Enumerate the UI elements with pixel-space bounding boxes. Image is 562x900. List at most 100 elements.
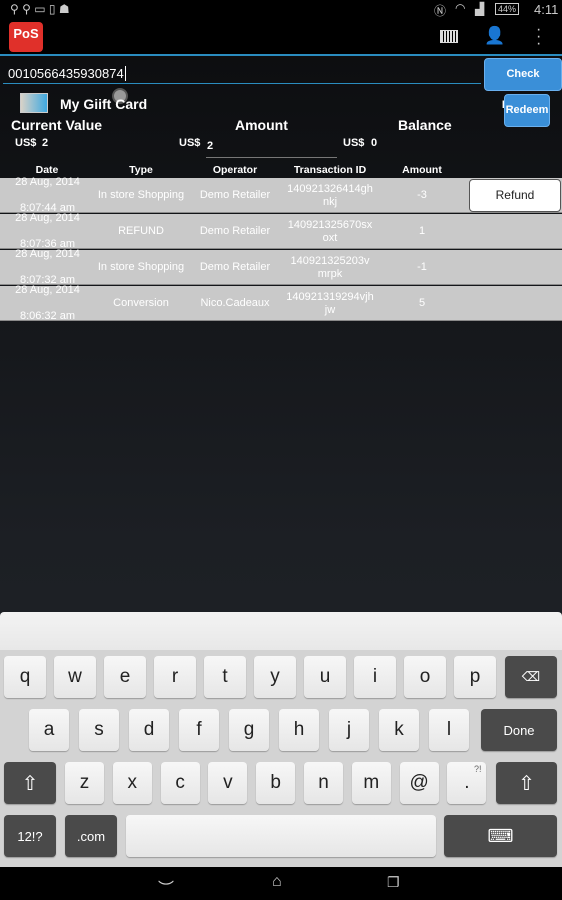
key-o[interactable]: o xyxy=(404,656,446,698)
operator-cell: Demo Retailer xyxy=(199,261,271,273)
amount-input[interactable]: 2 xyxy=(206,140,337,158)
key-s[interactable]: s xyxy=(79,709,119,751)
amount-label: Amount xyxy=(235,117,288,133)
date-cell: 28 Aug, 2014 8:06:32 am xyxy=(0,284,95,322)
status-bar: ⚲ ⚲ ▭ ▯ ☗ Ⓝ ◠ ▟ 44% 4:11 xyxy=(0,0,562,18)
key-h[interactable]: h xyxy=(279,709,319,751)
key-l[interactable]: l xyxy=(429,709,469,751)
key-f[interactable]: f xyxy=(179,709,219,751)
backspace-key[interactable]: ⌫ xyxy=(505,656,557,698)
overflow-menu-icon[interactable]: · · · xyxy=(536,22,541,52)
date-cell: 28 Aug, 2014 8:07:36 am xyxy=(0,212,95,250)
key-n[interactable]: n xyxy=(304,762,343,804)
key-r[interactable]: r xyxy=(154,656,196,698)
key-at[interactable]: @ xyxy=(399,762,439,804)
key-q[interactable]: q xyxy=(4,656,46,698)
check-balance-button[interactable]: Check Balance xyxy=(484,58,562,111)
wifi-icon: ◠ xyxy=(455,1,466,15)
type-cell: In store Shopping xyxy=(97,189,185,201)
amount-cell: 1 xyxy=(418,225,426,237)
dotcom-key[interactable]: .com xyxy=(65,815,117,857)
key-u[interactable]: u xyxy=(304,656,346,698)
operator-cell: Nico.Cadeaux xyxy=(200,297,270,309)
navigation-bar: ︶ ⌂ ❐ xyxy=(0,867,562,900)
key-a[interactable]: a xyxy=(29,709,69,751)
date-cell: 28 Aug, 2014 8:07:44 am xyxy=(0,176,95,214)
recent-apps-icon[interactable]: ❐ xyxy=(387,874,400,891)
key-k[interactable]: k xyxy=(379,709,419,751)
notification-icons: ⚲ ⚲ ▭ ▯ ☗ xyxy=(10,2,70,16)
key-i[interactable]: i xyxy=(354,656,396,698)
type-cell: Conversion xyxy=(113,297,169,309)
operator-cell: Demo Retailer xyxy=(199,225,271,237)
app-logo[interactable]: PoS xyxy=(9,22,43,52)
key-w[interactable]: w xyxy=(54,656,96,698)
header-transaction-id: Transaction ID xyxy=(293,164,367,176)
table-row[interactable]: 28 Aug, 2014 8:06:32 am Conversion Nico.Cad… xyxy=(0,284,562,322)
key-e[interactable]: e xyxy=(104,656,146,698)
key-z[interactable]: z xyxy=(65,762,104,804)
balance-value: 0 xyxy=(371,137,378,149)
key-v[interactable]: v xyxy=(208,762,248,804)
current-currency: US$ xyxy=(15,137,37,149)
amount-cell: -1 xyxy=(417,261,427,273)
transaction-id-cell: 140921326414ghnkj xyxy=(287,182,373,208)
current-value-label: Current Value xyxy=(11,117,103,133)
key-j[interactable]: j xyxy=(329,709,369,751)
action-bar: PoS 👤 · · · xyxy=(0,18,562,56)
key-p[interactable]: p xyxy=(454,656,496,698)
current-value: 2 xyxy=(42,137,49,149)
card-number-value: 0010566435930874 xyxy=(8,66,124,81)
transaction-id-cell: 140921325670sxoxt xyxy=(287,218,373,244)
type-cell: REFUND xyxy=(118,225,164,237)
gift-card-icon xyxy=(20,93,48,113)
card-name: My Giift Card xyxy=(60,96,148,112)
header-type: Type xyxy=(129,164,153,176)
time-text: 8:06:32 am xyxy=(19,310,76,322)
date-text: 28 Aug, 2014 xyxy=(15,176,80,188)
date-text: 28 Aug, 2014 xyxy=(15,248,80,260)
key-y[interactable]: y xyxy=(254,656,296,698)
date-cell: 28 Aug, 2014 8:07:32 am xyxy=(0,248,95,286)
barcode-icon[interactable] xyxy=(440,30,458,43)
amount-currency: US$ xyxy=(179,137,201,149)
table-row[interactable]: 28 Aug, 2014 8:07:32 am In store Shopping D… xyxy=(0,248,562,286)
key-t[interactable]: t xyxy=(204,656,246,698)
balance-currency: US$ xyxy=(343,137,365,149)
back-icon[interactable]: ︶ xyxy=(158,875,174,899)
card-number-input[interactable]: 0010566435930874 xyxy=(3,62,481,84)
keyboard-settings-key[interactable]: ⌨ xyxy=(444,815,557,857)
header-amount: Amount xyxy=(402,164,442,176)
operator-cell: Demo Retailer xyxy=(199,189,271,201)
clock: 4:11 xyxy=(534,2,559,17)
key-c[interactable]: c xyxy=(160,762,200,804)
date-text: 28 Aug, 2014 xyxy=(15,212,80,224)
add-user-icon[interactable]: 👤 xyxy=(484,26,505,46)
table-row[interactable]: 28 Aug, 2014 8:07:36 am REFUND Demo Retaile… xyxy=(0,212,562,250)
header-operator: Operator xyxy=(212,164,258,176)
home-icon[interactable]: ⌂ xyxy=(272,873,282,891)
amount-cell: 5 xyxy=(418,297,426,309)
period-hint: ?! xyxy=(474,764,482,774)
signal-icon: ▟ xyxy=(475,2,485,16)
key-m[interactable]: m xyxy=(351,762,391,804)
redeem-button[interactable]: Redeem xyxy=(504,94,550,127)
battery-indicator: 44% xyxy=(495,3,520,15)
key-b[interactable]: b xyxy=(256,762,296,804)
done-key[interactable]: Done xyxy=(481,709,557,751)
transaction-id-cell: 140921325203vmrpk xyxy=(290,254,370,280)
suggestion-bar xyxy=(0,612,562,650)
key-d[interactable]: d xyxy=(129,709,169,751)
shift-key[interactable]: ⇧ xyxy=(4,762,56,804)
key-x[interactable]: x xyxy=(112,762,152,804)
type-cell: In store Shopping xyxy=(97,261,185,273)
refund-button[interactable]: Refund xyxy=(469,179,561,212)
symbols-key[interactable]: 12!? xyxy=(4,815,56,857)
nfc-icon: Ⓝ xyxy=(434,4,447,18)
shift-key-right[interactable]: ⇧ xyxy=(496,762,557,804)
key-g[interactable]: g xyxy=(229,709,269,751)
transaction-id-cell: 140921319294vjhjw xyxy=(286,290,374,316)
keyboard: q w e r t y u i o p ⌫ a s d f g h j k l Done ⇧ z x c v b n m @.?! ⇧ 12!… xyxy=(0,650,562,867)
balance-label: Balance xyxy=(398,117,452,133)
space-key[interactable] xyxy=(126,815,436,857)
